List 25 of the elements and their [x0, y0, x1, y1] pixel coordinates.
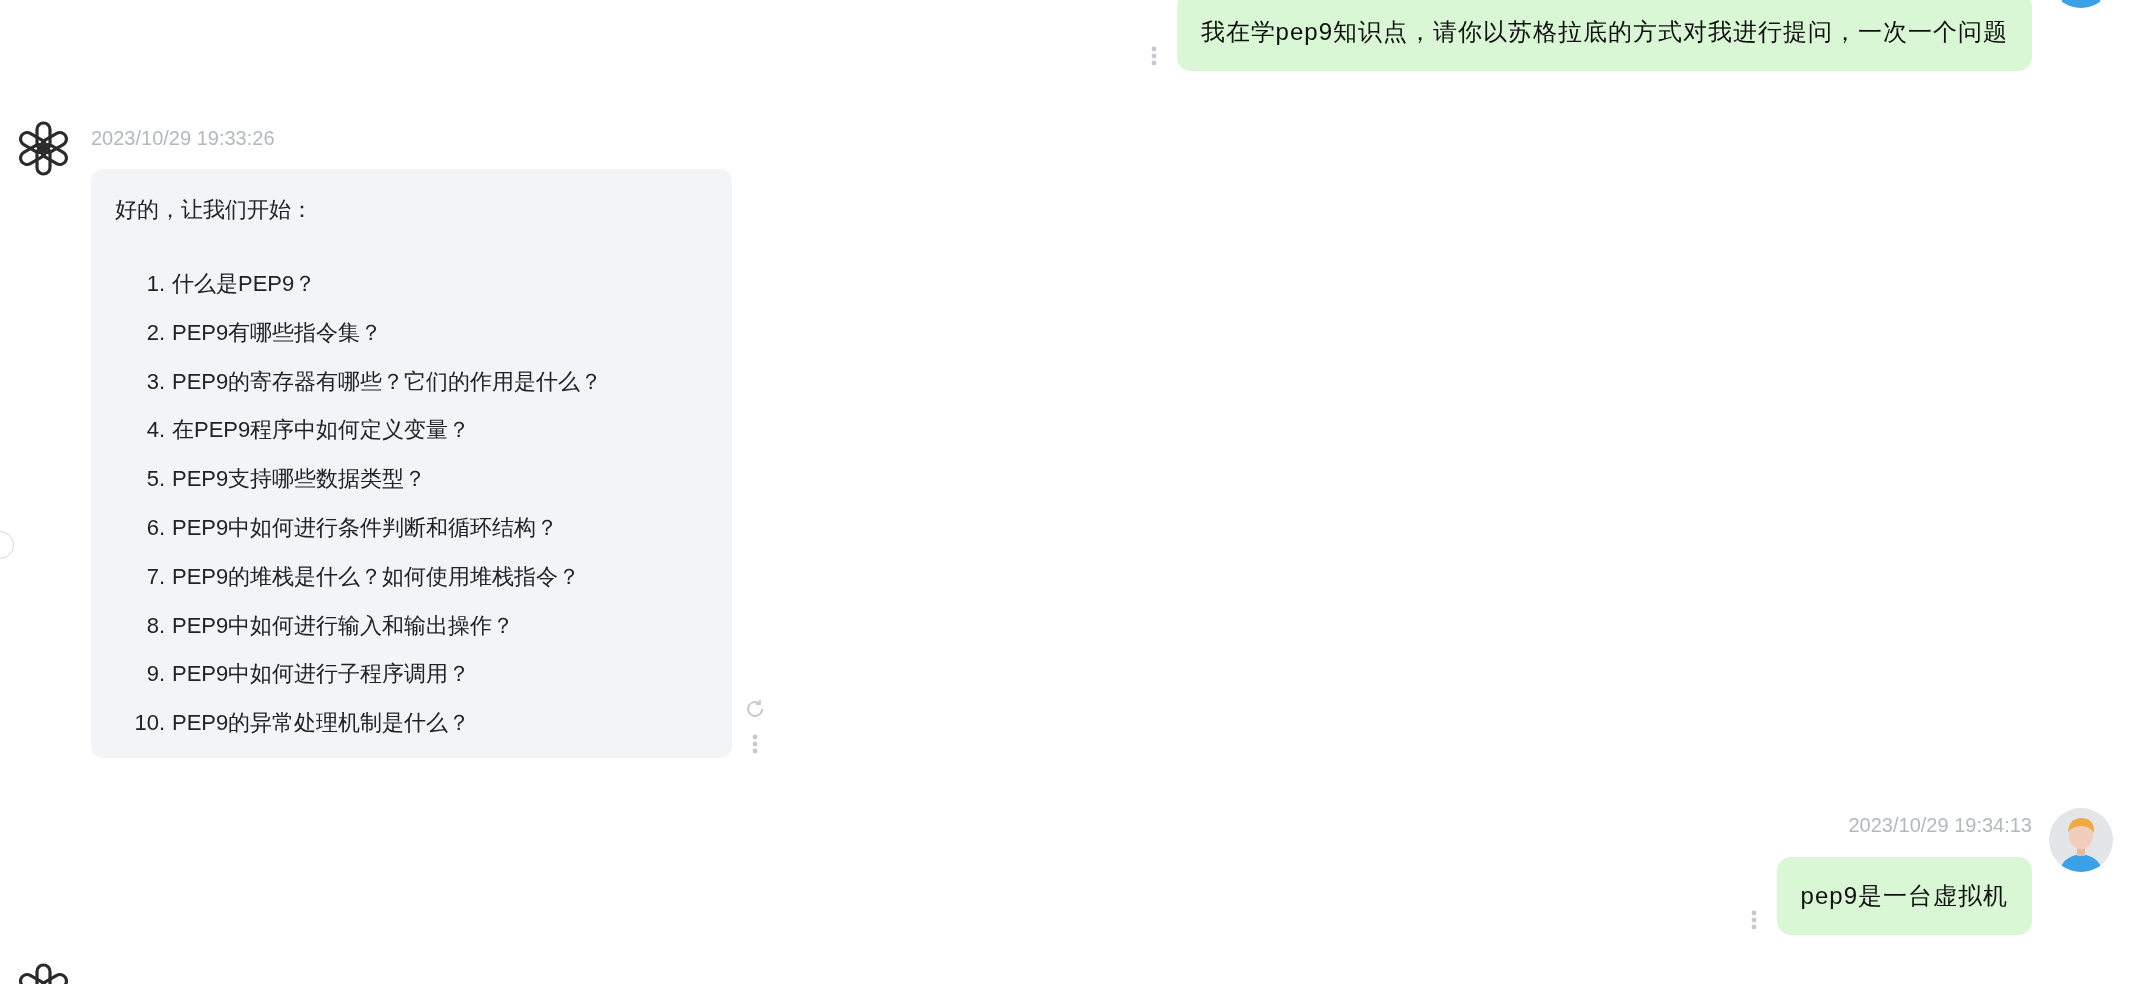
list-number: 7. [145, 562, 165, 591]
list-number: 1. [145, 270, 165, 298]
list-item-text: PEP9的异常处理机制是什么？ [172, 709, 471, 738]
list-item-text: PEP9支持哪些数据类型？ [172, 465, 427, 494]
list-item-text: 在PEP9程序中如何定义变量？ [172, 416, 471, 445]
message-text: 好的，让我们开始： [115, 196, 314, 224]
list-number: 10. [133, 709, 165, 738]
list-item-text: PEP9中如何进行条件判断和循环结构？ [172, 514, 559, 542]
list-item-text: PEP9中如何进行子程序调用？ [172, 660, 471, 689]
message-timestamp: 2023/10/29 19:34:13 [1848, 812, 2032, 838]
user-message-bubble: 我在学pep9知识点，请你以苏格拉底的方式对我进行提问，一次一个问题 [1176, 0, 2032, 71]
user-message-bubble: pep9是一台虚拟机 [1776, 856, 2032, 935]
list-item-text: 什么是PEP9？ [172, 270, 317, 298]
message-timestamp: 2023/10/29 19:33:26 [91, 126, 276, 151]
list-number: 8. [145, 611, 165, 640]
list-number: 3. [145, 367, 165, 396]
list-item-text: PEP9的堆栈是什么？如何使用堆栈指令？ [172, 562, 581, 591]
list-item-text: PEP9的寄存器有哪些？它们的作用是什么？ [172, 367, 603, 396]
list-item-text: PEP9中如何进行输入和输出操作？ [172, 611, 515, 640]
list-number: 5. [145, 465, 165, 494]
list-number: 9. [145, 660, 165, 689]
list-number: 4. [145, 416, 165, 445]
list-number: 6. [145, 514, 165, 542]
list-item-text: PEP9有哪些指令集？ [172, 318, 383, 347]
list-number: 2. [145, 318, 165, 347]
